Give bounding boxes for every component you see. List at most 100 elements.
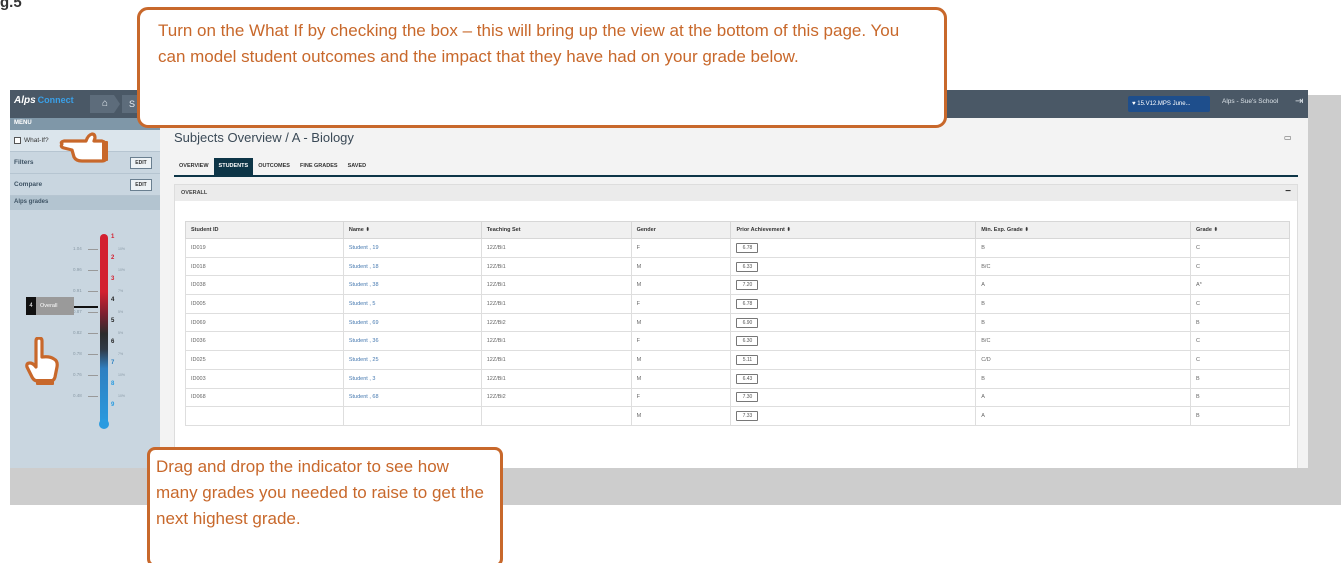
thermometer-tick <box>88 270 98 271</box>
table-cell: A <box>975 275 1192 296</box>
table-cell[interactable]: Student , 3 <box>342 368 482 389</box>
thermometer-scale-label: 0.91 <box>73 288 82 293</box>
table-cell: F <box>630 238 732 258</box>
table-cell[interactable]: Student , 18 <box>342 256 482 277</box>
tab-overview[interactable]: OVERVIEW <box>174 158 214 175</box>
column-header[interactable]: Name ⬍ <box>342 221 482 239</box>
tab-bar: OVERVIEW STUDENTS OUTCOMES FINE GRADES SAVED <box>174 158 371 175</box>
table-cell[interactable]: Student , 68 <box>342 387 482 408</box>
thermometer-tick <box>88 312 98 313</box>
table-cell: ID005 <box>185 294 344 314</box>
thermometer-pct-label: 10% <box>118 373 126 377</box>
column-header[interactable]: Grade ⬍ <box>1190 221 1290 239</box>
table-cell: 6.33 <box>730 256 977 277</box>
prior-achievement-input[interactable]: 6.33 <box>736 261 759 272</box>
column-header: Gender <box>630 221 732 239</box>
thermometer-scale-label: 1.04 <box>73 246 82 251</box>
compare-edit-button[interactable]: EDIT <box>130 178 152 191</box>
thermometer-grade-label: 2 <box>111 255 115 261</box>
table-cell: 12Z/Bi1 <box>480 368 632 389</box>
table-cell: ID025 <box>185 350 344 370</box>
table-cell[interactable]: Student , 69 <box>342 312 482 333</box>
table-cell[interactable]: Student , 5 <box>342 294 482 314</box>
column-header[interactable]: Min. Exp. Grade ⬍ <box>975 221 1192 239</box>
tab-students[interactable]: STUDENTS <box>213 158 254 175</box>
thermometer-pct-label: 10% <box>118 247 126 251</box>
table-cell: ID069 <box>185 312 344 333</box>
table-cell: 5.11 <box>730 350 977 370</box>
table-row: ID005 Student , 5 12Z/Bi1 F 6.78 B C <box>185 294 1290 314</box>
compare-label: Compare <box>14 181 43 188</box>
table-cell: A* <box>1190 275 1290 296</box>
callout-drag-indicator: Drag and drop the indicator to see how m… <box>147 447 503 563</box>
table-cell <box>480 406 632 426</box>
table-cell: B <box>975 312 1192 333</box>
filters-edit-button[interactable]: EDIT <box>130 156 152 169</box>
school-name[interactable]: Alps - Sue's School <box>1222 98 1278 105</box>
table-header-row: Student ID Name ⬍ Teaching Set Gender Prior … <box>185 221 1290 239</box>
overall-section: OVERALL − Student ID Name ⬍ Teaching Set Ge… <box>174 184 1298 468</box>
prior-achievement-input[interactable]: 6.90 <box>736 317 759 328</box>
logo-alps-text: Alps <box>14 95 36 106</box>
export-icon[interactable]: ▭ <box>1284 133 1292 142</box>
overall-grade-value: 4 <box>26 297 36 315</box>
prior-achievement-input[interactable]: 6.78 <box>736 242 759 253</box>
table-cell[interactable]: Student , 19 <box>342 238 482 258</box>
prior-achievement-input[interactable]: 5.11 <box>736 354 759 365</box>
prior-achievement-input[interactable]: 7.30 <box>736 392 759 403</box>
thermometer-pct-label: 5% <box>118 331 124 335</box>
table-cell[interactable]: Student , 25 <box>342 350 482 370</box>
table-cell: 12Z/Bi2 <box>480 387 632 408</box>
prior-achievement-input[interactable]: 6.78 <box>736 298 759 309</box>
table-cell: C/D <box>975 350 1192 370</box>
tab-outcomes[interactable]: OUTCOMES <box>253 158 295 175</box>
overall-section-header[interactable]: OVERALL − <box>175 185 1297 201</box>
filters-label: Filters <box>14 159 34 166</box>
table-cell: 12Z/Bi1 <box>480 275 632 296</box>
tab-saved[interactable]: SAVED <box>343 158 372 175</box>
table-cell: A <box>975 406 1192 426</box>
table-cell: B/C <box>975 331 1192 352</box>
logo-connect-text: Connect <box>37 95 74 105</box>
tab-divider <box>174 175 1298 177</box>
table-cell[interactable]: Student , 38 <box>342 275 482 296</box>
thermometer-grade-label: 6 <box>111 339 115 345</box>
overall-indicator-handle[interactable]: 4 Overall <box>26 297 74 315</box>
alps-grades-header: Alps grades <box>10 196 160 210</box>
prior-achievement-input[interactable]: 6.43 <box>736 373 759 384</box>
table-cell <box>185 406 344 426</box>
table-cell: C <box>1190 331 1290 352</box>
table-cell: F <box>630 331 732 352</box>
term-label: 15.V12.MPS June... <box>1137 101 1191 107</box>
column-header[interactable]: Prior Achievement ⬍ <box>730 221 977 239</box>
table-cell[interactable]: Student , 36 <box>342 331 482 352</box>
table-cell: B <box>1190 406 1290 426</box>
prior-achievement-input[interactable]: 7.20 <box>736 280 759 291</box>
thermometer-pct-label: 5% <box>118 310 124 314</box>
term-selector-button[interactable]: ♥ 15.V12.MPS June... <box>1128 96 1210 112</box>
table-cell: 12Z/Bi1 <box>480 256 632 277</box>
home-icon[interactable]: ⌂ <box>90 95 120 113</box>
table-cell: ID018 <box>185 256 344 277</box>
table-cell: 12Z/Bi1 <box>480 294 632 314</box>
prior-achievement-input[interactable]: 6.30 <box>736 336 759 347</box>
table-cell: ID038 <box>185 275 344 296</box>
thermometer-grade-label: 5 <box>111 318 115 324</box>
prior-achievement-input[interactable]: 7.33 <box>736 411 759 422</box>
logout-icon[interactable]: ⇥ <box>1295 96 1303 107</box>
thermometer-pct-label: 10% <box>118 394 126 398</box>
table-cell: ID068 <box>185 387 344 408</box>
tab-fine-grades[interactable]: FINE GRADES <box>295 158 343 175</box>
collapse-icon[interactable]: − <box>1285 185 1291 201</box>
column-header: Teaching Set <box>480 221 632 239</box>
alps-connect-logo[interactable]: Alps Connect <box>14 95 86 115</box>
table-cell: C <box>1190 350 1290 370</box>
pointing-hand-up-icon <box>25 337 59 385</box>
thermometer-grade-label: 4 <box>111 297 115 303</box>
overall-label: Overall <box>36 297 74 315</box>
table-row: ID036 Student , 36 12Z/Bi1 F 6.30 B/C C <box>185 331 1290 352</box>
table-cell: B <box>1190 368 1290 389</box>
what-if-checkbox[interactable] <box>14 137 21 144</box>
table-cell: ID036 <box>185 331 344 352</box>
table-cell: 7.20 <box>730 275 977 296</box>
